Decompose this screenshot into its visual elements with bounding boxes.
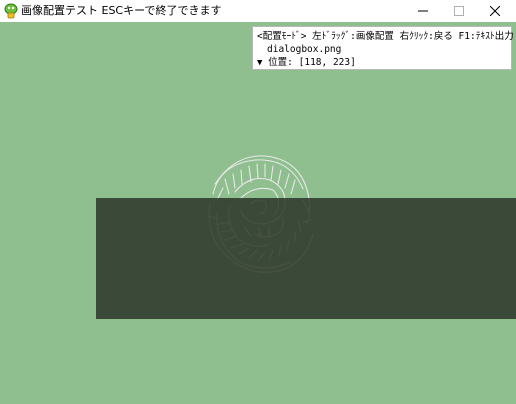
close-icon [490, 6, 500, 16]
minimize-icon [418, 10, 428, 12]
position-readout: ▼ 位置: [118, 223] [257, 56, 507, 70]
maximize-button[interactable] [440, 0, 478, 22]
mode-hint-text: <配置ﾓｰﾄﾞ> 左ﾄﾞﾗｯｸﾞ:画像配置 右ｸﾘｯｸ:戻る F1:ﾃｷｽﾄ出力 [257, 31, 514, 42]
position-label: 位置: [268, 57, 293, 68]
minimize-button[interactable] [404, 0, 442, 22]
app-icon[interactable] [3, 3, 19, 19]
placement-canvas[interactable]: <配置ﾓｰﾄﾞ> 左ﾄﾞﾗｯｸﾞ:画像配置 右ｸﾘｯｸ:戻る F1:ﾃｷｽﾄ出力… [0, 22, 516, 404]
image-filename: dialogbox.png [267, 44, 342, 55]
maximize-icon [454, 6, 464, 16]
down-triangle-icon: ▼ [257, 58, 263, 68]
app-window: 画像配置テスト ESCキーで終了できます <配置ﾓｰﾄﾞ> 左ﾄﾞﾗｯｸﾞ:画像… [0, 0, 516, 404]
title-bar[interactable]: 画像配置テスト ESCキーで終了できます [0, 0, 516, 22]
window-title: 画像配置テスト ESCキーで終了できます [21, 4, 222, 17]
close-button[interactable] [476, 0, 514, 22]
position-value: [118, 223] [298, 57, 356, 68]
info-panel: <配置ﾓｰﾄﾞ> 左ﾄﾞﾗｯｸﾞ:画像配置 右ｸﾘｯｸ:戻る F1:ﾃｷｽﾄ出力… [252, 26, 514, 70]
dialogbox-image[interactable] [96, 198, 516, 319]
